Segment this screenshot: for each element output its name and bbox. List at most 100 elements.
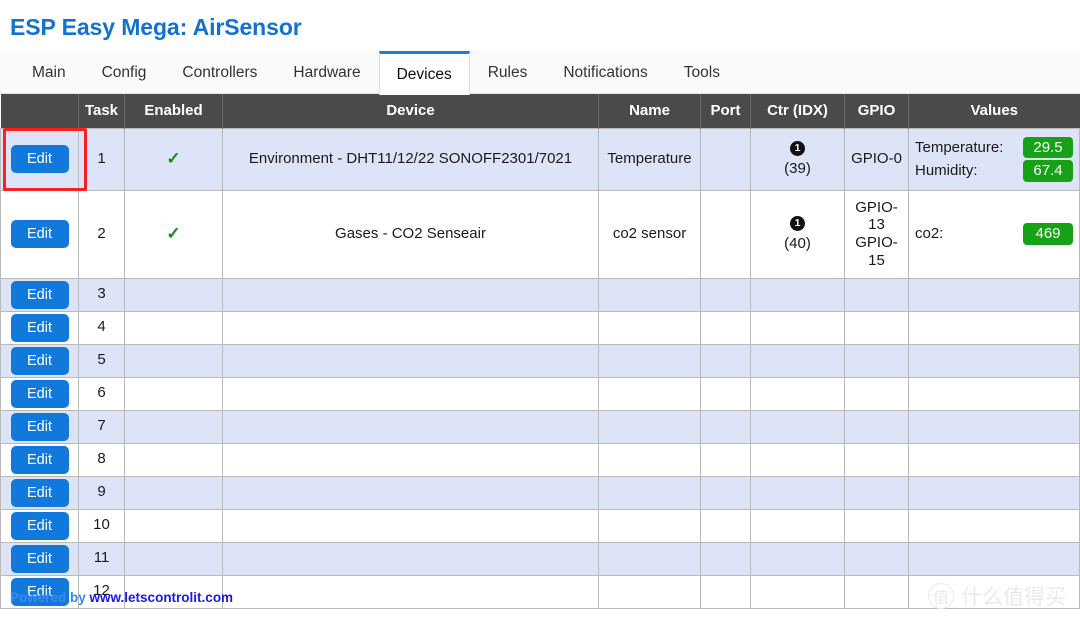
- col-header-task: Task: [78, 94, 125, 128]
- task-name-cell: [598, 508, 701, 543]
- edit-cell: Edit: [0, 508, 79, 543]
- edit-button-task-9[interactable]: Edit: [10, 478, 69, 507]
- col-header-name: Name: [598, 94, 701, 128]
- edit-button-task-11[interactable]: Edit: [10, 544, 69, 573]
- edit-button-task-2[interactable]: Edit: [10, 220, 69, 248]
- edit-cell: Edit: [0, 277, 79, 312]
- tab-devices[interactable]: Devices: [378, 51, 470, 95]
- controller-idx-cell: [750, 409, 845, 444]
- enabled-cell: [124, 277, 223, 312]
- task-number-cell: 7: [78, 409, 125, 444]
- port-cell: [700, 310, 751, 345]
- task-number-cell: 2: [78, 189, 125, 279]
- gpio-list: GPIO-13 GPIO-15: [851, 199, 902, 270]
- gpio-cell: [844, 277, 909, 312]
- edit-button-task-10[interactable]: Edit: [10, 511, 69, 540]
- device-name-cell: [222, 541, 599, 576]
- edit-cell: Edit: [0, 127, 87, 191]
- edit-cell-inner: Edit: [7, 478, 72, 507]
- edit-button-task-5[interactable]: Edit: [10, 346, 69, 375]
- controller-idx-cell: [750, 574, 845, 609]
- port-cell: [700, 508, 751, 543]
- value-badge: 67.4: [1023, 160, 1073, 182]
- devices-table-container: Task Enabled Device Name Port Ctr (IDX) GPIO Va…: [0, 94, 1080, 609]
- enabled-cell: [124, 376, 223, 411]
- controller-number-icon: 1: [790, 216, 805, 232]
- watermark-logo-icon: 值: [928, 583, 954, 609]
- value-row: Humidity: 67.4: [915, 159, 1073, 183]
- controller-idx-cell: 1 (39): [750, 127, 845, 191]
- task-name-cell: [598, 574, 701, 609]
- edit-cell-inner: Edit: [7, 280, 72, 309]
- task-name-cell: Temperature: [598, 127, 701, 191]
- gpio-cell: [844, 508, 909, 543]
- gpio-cell: GPIO-13 GPIO-15: [844, 189, 909, 279]
- devices-table-body: Edit 1 ✓ Environment - DHT11/12/22 SONOFF23…: [0, 127, 1080, 609]
- port-cell: [700, 127, 751, 191]
- table-row: Edit 4: [0, 310, 1080, 345]
- value-row: co2: 469: [915, 222, 1073, 246]
- task-name-cell: co2 sensor: [598, 189, 701, 279]
- controller-idx-value: (40): [784, 234, 811, 252]
- port-cell: [700, 442, 751, 477]
- table-row: Edit 2 ✓ Gases - CO2 Senseair co2 sensor 1 (40…: [0, 189, 1080, 279]
- task-number-cell: 10: [78, 508, 125, 543]
- task-name-cell: [598, 376, 701, 411]
- device-name-cell: [222, 310, 599, 345]
- tab-notifications[interactable]: Notifications: [545, 52, 665, 93]
- gpio-cell: [844, 343, 909, 378]
- values-cell: [908, 310, 1080, 345]
- page-title: ESP Easy Mega: AirSensor: [10, 14, 302, 40]
- edit-cell: Edit: [0, 343, 79, 378]
- tab-rules[interactable]: Rules: [470, 52, 546, 93]
- tab-main[interactable]: Main: [14, 52, 84, 93]
- values-cell: [908, 277, 1080, 312]
- value-row: Temperature: 29.5: [915, 136, 1073, 160]
- controller-idx-cell: 1 (40): [750, 189, 845, 279]
- values-cell: [908, 409, 1080, 444]
- col-header-actions: [0, 94, 79, 128]
- port-cell: [700, 277, 751, 312]
- gpio-cell: [844, 574, 909, 609]
- edit-cell: Edit: [0, 541, 79, 576]
- edit-button-task-4[interactable]: Edit: [10, 313, 69, 342]
- edit-button-task-8[interactable]: Edit: [10, 445, 69, 474]
- enabled-cell: [124, 343, 223, 378]
- tab-tools[interactable]: Tools: [666, 52, 738, 93]
- task-number-cell: 11: [78, 541, 125, 576]
- edit-button-task-6[interactable]: Edit: [10, 379, 69, 408]
- edit-cell-inner: Edit: [7, 412, 72, 441]
- device-name-cell: [222, 574, 599, 609]
- device-name-cell: [222, 475, 599, 510]
- value-label: Temperature:: [915, 138, 1004, 156]
- edit-cell-inner: Edit: [7, 131, 72, 188]
- controller-enabled-badge-wrap: 1: [757, 140, 838, 159]
- edit-button-task-3[interactable]: Edit: [10, 280, 69, 309]
- edit-button-task-1[interactable]: Edit: [10, 145, 69, 173]
- controller-idx-cell: [750, 442, 845, 477]
- task-number-cell: 9: [78, 475, 125, 510]
- port-cell: [700, 189, 751, 279]
- table-row: Edit 10: [0, 508, 1080, 543]
- col-header-gpio: GPIO: [844, 94, 909, 128]
- enabled-cell: ✓: [124, 189, 223, 279]
- task-name-cell: [598, 310, 701, 345]
- tab-config[interactable]: Config: [84, 52, 165, 93]
- footer-link[interactable]: www.letscontrolit.com: [90, 590, 234, 605]
- device-name-cell: [222, 508, 599, 543]
- controller-idx-cell: [750, 541, 845, 576]
- gpio-pin: GPIO-15: [855, 234, 898, 269]
- port-cell: [700, 409, 751, 444]
- table-header-row: Task Enabled Device Name Port Ctr (IDX) GPIO Va…: [0, 94, 1080, 128]
- values-cell: [908, 376, 1080, 411]
- edit-cell-inner: Edit: [7, 544, 72, 573]
- gpio-cell: GPIO-0: [844, 127, 909, 191]
- device-name-cell: Environment - DHT11/12/22 SONOFF2301/702…: [222, 127, 599, 191]
- tab-controllers[interactable]: Controllers: [164, 52, 275, 93]
- tab-hardware[interactable]: Hardware: [275, 52, 378, 93]
- edit-cell: Edit: [0, 409, 79, 444]
- edit-button-task-7[interactable]: Edit: [10, 412, 69, 441]
- value-badge: 469: [1023, 223, 1073, 245]
- task-number-cell: 1: [78, 127, 125, 191]
- enabled-cell: [124, 409, 223, 444]
